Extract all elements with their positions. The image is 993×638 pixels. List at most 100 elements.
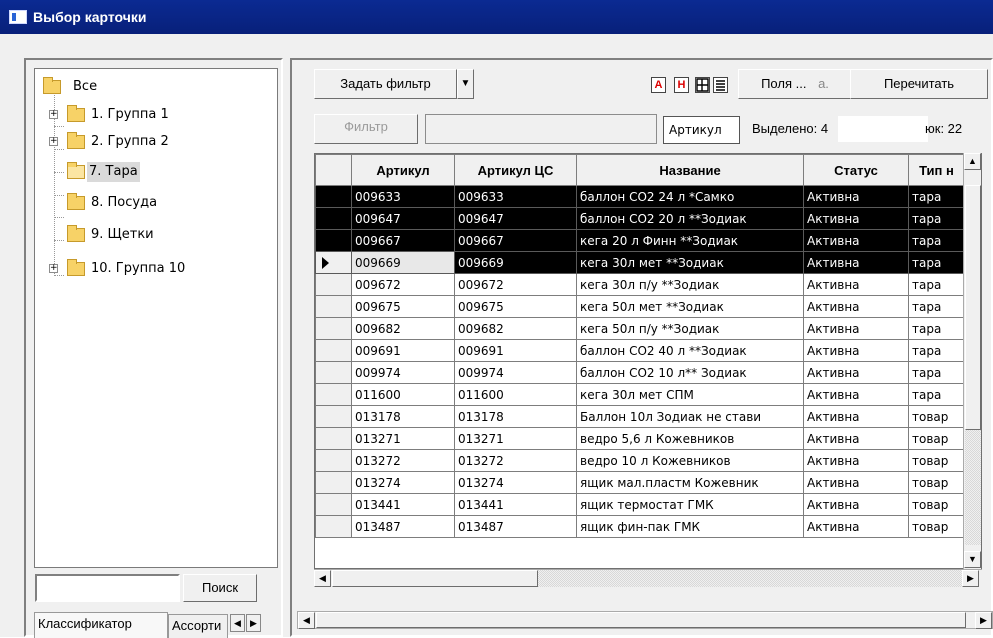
table-row[interactable]: 013178 013178 Баллон 10л Зодиак не стави Ак… [315, 405, 965, 428]
table-row[interactable]: 013441 013441 ящик термостат ГМК Активна тов… [315, 493, 965, 516]
table-row[interactable]: 009682 009682 кега 50л п/у **Зодиак Активна… [315, 317, 965, 340]
cell-artikul[interactable]: 013441 [351, 493, 455, 516]
cell-artikul-cs[interactable]: 009672 [454, 273, 577, 296]
tab-classifier[interactable]: Классификатор [34, 612, 168, 638]
cell-artikul-cs[interactable]: 009682 [454, 317, 577, 340]
cell-status[interactable]: Активна [803, 515, 909, 538]
recount-button[interactable]: Перечитать [850, 69, 988, 99]
search-button[interactable]: Поиск [183, 574, 257, 602]
cell-type[interactable]: тара [908, 207, 965, 230]
cell-type[interactable]: товар [908, 405, 965, 428]
cell-status[interactable]: Активна [803, 339, 909, 362]
cell-artikul[interactable]: 009675 [351, 295, 455, 318]
cell-status[interactable]: Активна [803, 317, 909, 340]
cell-status[interactable]: Активна [803, 405, 909, 428]
row-indicator[interactable] [315, 449, 352, 472]
tab-scroll-right-icon[interactable]: ▶ [246, 614, 261, 632]
table-row[interactable]: 009667 009667 кега 20 л Финн **Зодиак Актив… [315, 229, 965, 252]
cell-artikul[interactable]: 009647 [351, 207, 455, 230]
cell-name[interactable]: баллон CO2 24 л *Самко [576, 185, 804, 208]
column-header-name[interactable]: Название [576, 154, 804, 186]
cell-artikul[interactable]: 011600 [351, 383, 455, 406]
cell-artikul[interactable]: 009633 [351, 185, 455, 208]
cell-type[interactable]: тара [908, 317, 965, 340]
row-indicator[interactable] [315, 317, 352, 340]
tab-scroll-left-icon[interactable]: ◀ [230, 614, 245, 632]
cell-status[interactable]: Активна [803, 493, 909, 516]
cell-type[interactable]: тара [908, 295, 965, 318]
row-indicator[interactable] [315, 405, 352, 428]
cell-artikul-cs[interactable]: 011600 [454, 383, 577, 406]
row-indicator[interactable] [315, 207, 352, 230]
cell-type[interactable]: тара [908, 339, 965, 362]
row-indicator[interactable] [315, 427, 352, 450]
cell-name[interactable]: баллон CO2 20 л **Зодиак [576, 207, 804, 230]
cell-artikul-cs[interactable]: 013274 [454, 471, 577, 494]
color-a-icon[interactable]: A [651, 77, 666, 93]
cell-artikul[interactable]: 013178 [351, 405, 455, 428]
scroll-thumb[interactable] [316, 612, 966, 628]
sort-field-box[interactable]: Артикул [663, 116, 740, 144]
cell-status[interactable]: Активна [803, 229, 909, 252]
tab-assortment[interactable]: Ассорти [168, 614, 228, 638]
column-header-type[interactable]: Тип н [908, 154, 965, 186]
cell-artikul-cs[interactable]: 009647 [454, 207, 577, 230]
set-filter-button[interactable]: Задать фильтр [314, 69, 457, 99]
row-indicator[interactable] [315, 185, 352, 208]
cell-type[interactable]: товар [908, 427, 965, 450]
cell-type[interactable]: товар [908, 493, 965, 516]
cell-artikul[interactable]: 009669 [351, 251, 455, 274]
row-indicator[interactable] [315, 471, 352, 494]
table-row[interactable]: 009974 009974 баллон CO2 10 л** Зодиак Акти… [315, 361, 965, 384]
table-row[interactable]: 009669 009669 кега 30л мет **Зодиак Активна… [315, 251, 965, 274]
filter-input[interactable] [425, 114, 657, 144]
cell-artikul-cs[interactable]: 013272 [454, 449, 577, 472]
cell-artikul[interactable]: 009974 [351, 361, 455, 384]
row-indicator[interactable] [315, 273, 352, 296]
table-row[interactable]: 009633 009633 баллон CO2 24 л *Самко Активн… [315, 185, 965, 208]
cell-status[interactable]: Активна [803, 449, 909, 472]
panel-horizontal-scrollbar[interactable]: ◀ ▶ [297, 611, 993, 629]
cell-artikul-cs[interactable]: 009669 [454, 251, 577, 274]
scroll-track[interactable] [965, 427, 981, 545]
cell-name[interactable]: ведро 10 л Кожевников [576, 449, 804, 472]
cell-status[interactable]: Активна [803, 185, 909, 208]
cell-type[interactable]: тара [908, 251, 965, 274]
cell-artikul-cs[interactable]: 009675 [454, 295, 577, 318]
table-row[interactable]: 009672 009672 кега 30л п/у **Зодиак Активна… [315, 273, 965, 296]
scroll-up-icon[interactable]: ▲ [964, 153, 981, 170]
fields-button[interactable]: Поля ... а. [738, 69, 852, 99]
table-row[interactable]: 009647 009647 баллон CO2 20 л **Зодиак Акти… [315, 207, 965, 230]
cell-type[interactable]: тара [908, 185, 965, 208]
column-header-artikul-cs[interactable]: Артикул ЦС [454, 154, 577, 186]
cell-name[interactable]: ящик мал.пластм Кожевник [576, 471, 804, 494]
cell-status[interactable]: Активна [803, 251, 909, 274]
cell-type[interactable]: тара [908, 229, 965, 252]
expand-plus-icon[interactable]: + [49, 137, 58, 146]
row-indicator[interactable] [315, 251, 352, 274]
title-bar[interactable]: Выбор карточки [0, 0, 993, 34]
expand-plus-icon[interactable]: + [49, 264, 58, 273]
row-indicator[interactable] [315, 383, 352, 406]
cell-artikul[interactable]: 009667 [351, 229, 455, 252]
column-header-status[interactable]: Статус [803, 154, 909, 186]
cell-artikul[interactable]: 009672 [351, 273, 455, 296]
cell-status[interactable]: Активна [803, 295, 909, 318]
cell-name[interactable]: кега 30л п/у **Зодиак [576, 273, 804, 296]
row-indicator[interactable] [315, 493, 352, 516]
search-input[interactable] [35, 574, 180, 602]
cell-artikul[interactable]: 009682 [351, 317, 455, 340]
cell-type[interactable]: тара [908, 273, 965, 296]
grid-lines-icon[interactable] [695, 77, 710, 93]
row-indicator[interactable] [315, 361, 352, 384]
cell-name[interactable]: кега 30л мет СПМ [576, 383, 804, 406]
row-indicator[interactable] [315, 339, 352, 362]
cell-artikul[interactable]: 013271 [351, 427, 455, 450]
list-lines-icon[interactable] [713, 77, 728, 93]
cell-artikul-cs[interactable]: 009974 [454, 361, 577, 384]
cell-name[interactable]: ящик термостат ГМК [576, 493, 804, 516]
cell-artikul[interactable]: 009691 [351, 339, 455, 362]
cell-artikul-cs[interactable]: 013487 [454, 515, 577, 538]
table-row[interactable]: 013271 013271 ведро 5,6 л Кожевников Активн… [315, 427, 965, 450]
cell-name[interactable]: баллон CO2 10 л** Зодиак [576, 361, 804, 384]
